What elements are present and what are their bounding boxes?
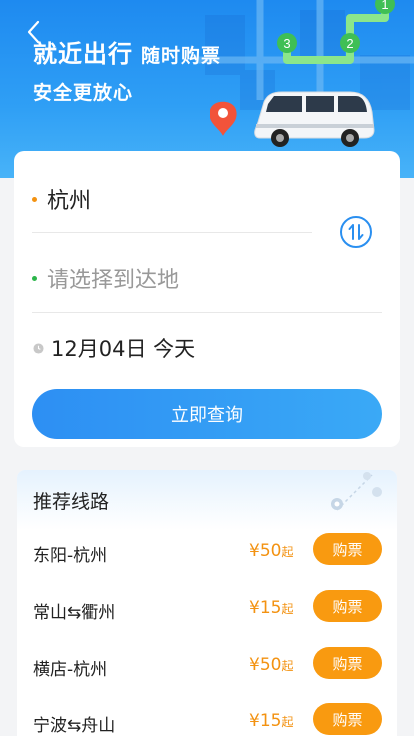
divider	[32, 232, 312, 233]
swap-icon	[348, 224, 364, 240]
hero-title-sub: 随时购票	[141, 45, 222, 67]
from-city-field[interactable]: 杭州	[32, 183, 91, 215]
svg-text:2: 2	[346, 36, 353, 51]
divider	[32, 312, 382, 313]
route-row[interactable]: 东阳-杭州 ¥50起 购票	[17, 533, 397, 573]
route-price-value: ¥15	[249, 711, 282, 731]
to-city-field[interactable]: 请选择到达地	[32, 262, 179, 294]
route-name: 东阳-杭州	[33, 546, 108, 566]
swap-cities-button[interactable]	[340, 216, 372, 248]
route-row[interactable]: 宁波⇆舟山 ¥15起 购票	[17, 703, 397, 736]
hero-title-main: 就近出行	[33, 40, 133, 68]
route-price-suffix: 起	[281, 545, 294, 559]
hero-title: 就近出行 随时购票	[33, 34, 221, 69]
buy-ticket-button[interactable]: 购票	[313, 647, 382, 679]
svg-text:3: 3	[283, 36, 290, 51]
route-name: 宁波⇆舟山	[33, 716, 116, 736]
clock-icon	[33, 342, 44, 354]
route-price-suffix: 起	[281, 659, 294, 673]
map-pin-decoration-icon	[331, 472, 382, 511]
hero-tagline: 安全更放心	[33, 82, 134, 104]
from-dot-icon	[32, 196, 37, 202]
van-illustration	[210, 91, 375, 147]
route-price-value: ¥15	[249, 598, 282, 618]
buy-ticket-button[interactable]: 购票	[313, 533, 382, 565]
route-row[interactable]: 横店-杭州 ¥50起 购票	[17, 647, 397, 687]
buy-ticket-button[interactable]: 购票	[313, 590, 382, 622]
to-dot-icon	[32, 275, 37, 281]
date-value: 12月04日 今天	[51, 337, 196, 361]
route-price: ¥50起	[249, 541, 293, 561]
query-button[interactable]: 立即查询	[32, 389, 382, 439]
route-name: 常山⇆衢州	[33, 603, 116, 623]
route-price-value: ¥50	[249, 541, 282, 561]
route-price: ¥15起	[249, 598, 293, 618]
route-price-suffix: 起	[281, 602, 294, 616]
route-price: ¥50起	[249, 655, 293, 675]
route-name: 横店-杭州	[33, 660, 108, 680]
route-price-suffix: 起	[281, 715, 294, 729]
recommended-title: 推荐线路	[33, 491, 110, 513]
svg-text:1: 1	[381, 0, 388, 12]
route-row[interactable]: 常山⇆衢州 ¥15起 购票	[17, 590, 397, 630]
date-field[interactable]: 12月04日 今天	[33, 333, 195, 363]
route-price: ¥15起	[249, 711, 293, 731]
buy-ticket-button[interactable]: 购票	[313, 703, 382, 735]
from-city-value: 杭州	[47, 189, 92, 214]
route-price-value: ¥50	[249, 655, 282, 675]
to-city-placeholder: 请选择到达地	[47, 268, 180, 293]
